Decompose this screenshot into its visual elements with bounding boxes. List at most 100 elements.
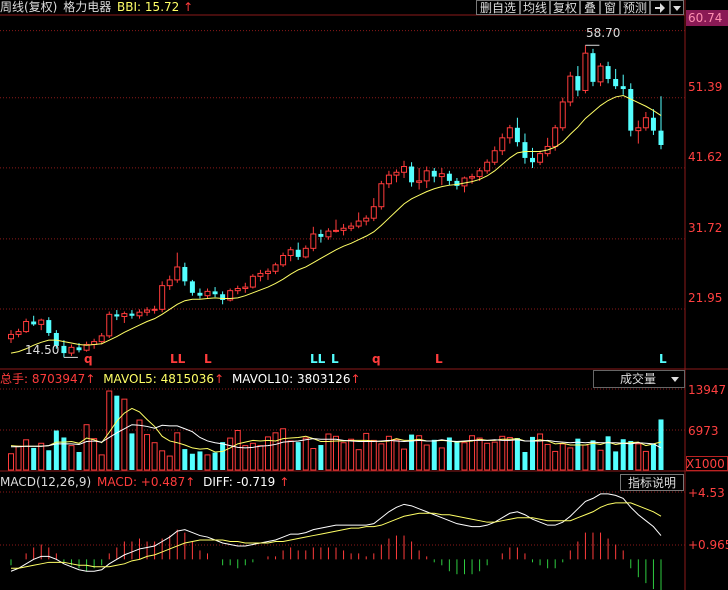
signal-marker: L xyxy=(204,352,212,366)
candle-body xyxy=(514,127,520,143)
indicator-selector[interactable]: 成交量 xyxy=(593,370,685,388)
volume-bar xyxy=(642,450,649,471)
candlestick-series[interactable] xyxy=(8,45,664,358)
header-bar: 周线(复权) 格力电器 BBI: 15.72 ↑ xyxy=(0,0,193,14)
candle-body xyxy=(559,101,566,129)
signal-marker: L xyxy=(659,352,667,366)
volume-bars[interactable] xyxy=(8,390,664,471)
remove-favorite-button[interactable]: 删自选 xyxy=(476,0,520,15)
volume-bar xyxy=(227,437,234,471)
candle-body xyxy=(476,170,483,178)
volume-bar xyxy=(454,440,460,470)
candle-body xyxy=(363,217,370,222)
up-arrow-icon: ↑ xyxy=(183,0,194,14)
candle-body xyxy=(121,313,128,317)
volume-bar xyxy=(182,449,188,470)
volume-bar xyxy=(280,428,287,471)
volume-bar xyxy=(159,450,166,471)
candle-body xyxy=(461,177,468,187)
candle-body xyxy=(438,173,445,178)
stock-name: 格力电器 xyxy=(63,0,112,14)
candle-body xyxy=(76,347,82,351)
indicator-selector-value: 成交量 xyxy=(620,372,657,386)
candle-body xyxy=(409,166,415,183)
candle-body xyxy=(197,292,203,296)
volume-bar xyxy=(166,455,173,471)
candle-body xyxy=(340,227,347,231)
price-tick: 21.95 xyxy=(688,291,723,305)
volume-bar xyxy=(257,445,264,471)
volume-bar xyxy=(83,424,90,471)
volume-bar xyxy=(340,442,347,471)
candle-body xyxy=(15,331,22,335)
volume-bar xyxy=(31,447,37,470)
candle-body xyxy=(567,75,574,103)
overlay-button[interactable]: 叠 xyxy=(580,0,600,15)
candle-body xyxy=(295,249,301,257)
signal-marker: L xyxy=(331,352,339,366)
candle-body xyxy=(499,137,506,152)
mavol10-label: MAVOL10: 3803126 xyxy=(231,372,351,386)
high-price-label: 58.70 xyxy=(586,26,621,40)
window-button[interactable]: 窗 xyxy=(600,0,620,15)
volume-bar xyxy=(628,440,634,470)
pin-icon xyxy=(655,3,665,13)
candle-body xyxy=(144,309,151,313)
candle-body xyxy=(658,130,664,146)
signal-marker: L xyxy=(435,352,443,366)
candle-body xyxy=(242,286,249,290)
volume-bar xyxy=(121,398,128,471)
volume-bar xyxy=(151,442,158,471)
indicator-help-button[interactable]: 指标说明 xyxy=(620,474,684,491)
candle-body xyxy=(220,294,226,300)
candle-body xyxy=(348,225,355,229)
adjust-price-button[interactable]: 复权 xyxy=(550,0,580,15)
volume-bar xyxy=(204,454,211,471)
candle-body xyxy=(613,78,619,87)
candle-body xyxy=(401,166,408,173)
candle-body xyxy=(23,321,30,333)
up-arrow-icon: ↑ xyxy=(85,372,96,386)
volume-bar xyxy=(461,442,468,471)
up-arrow-icon: ↑ xyxy=(214,372,225,386)
candle-body xyxy=(61,345,67,354)
candle-body xyxy=(530,157,536,163)
candle-body xyxy=(590,53,596,82)
bbi-value: 15.72 xyxy=(144,0,180,14)
macd-value-label: MACD: +0.487 xyxy=(96,475,186,489)
volume-bar xyxy=(287,440,294,471)
volume-bar xyxy=(401,448,408,471)
candle-body xyxy=(249,275,256,288)
candle-body xyxy=(257,272,264,277)
moving-average-button[interactable]: 均线 xyxy=(520,0,550,15)
period-title[interactable]: 周线(复权) xyxy=(0,0,57,14)
candle-body xyxy=(46,320,52,333)
candle-body xyxy=(635,127,642,132)
candle-body xyxy=(151,308,158,311)
candle-body xyxy=(31,321,37,325)
candle-body xyxy=(310,233,317,249)
volume-bar xyxy=(136,419,143,471)
up-arrow-icon: ↑ xyxy=(350,372,361,386)
up-arrow-icon: ↑ xyxy=(279,475,290,489)
candle-body xyxy=(431,170,437,177)
forecast-button[interactable]: 预测 xyxy=(620,0,650,15)
toolbar-menu-button[interactable] xyxy=(670,0,684,15)
volume-tick: 13947 xyxy=(688,383,727,397)
pin-button[interactable] xyxy=(650,0,670,15)
macd-tick: +0.965 xyxy=(688,538,728,552)
volume-bar xyxy=(552,450,559,471)
candle-body xyxy=(159,285,166,310)
volume-bar xyxy=(514,438,520,470)
macd-tick: +4.53 xyxy=(688,486,725,500)
volume-bar xyxy=(378,443,385,471)
candle-body xyxy=(582,52,589,91)
volume-bar xyxy=(53,430,59,470)
volume-bar xyxy=(476,437,483,471)
volume-bar xyxy=(46,450,52,470)
candle-body xyxy=(484,161,491,172)
signal-marker: q xyxy=(372,352,381,366)
candle-body xyxy=(106,313,113,337)
volume-bar xyxy=(559,443,566,471)
volume-bar xyxy=(575,438,581,470)
